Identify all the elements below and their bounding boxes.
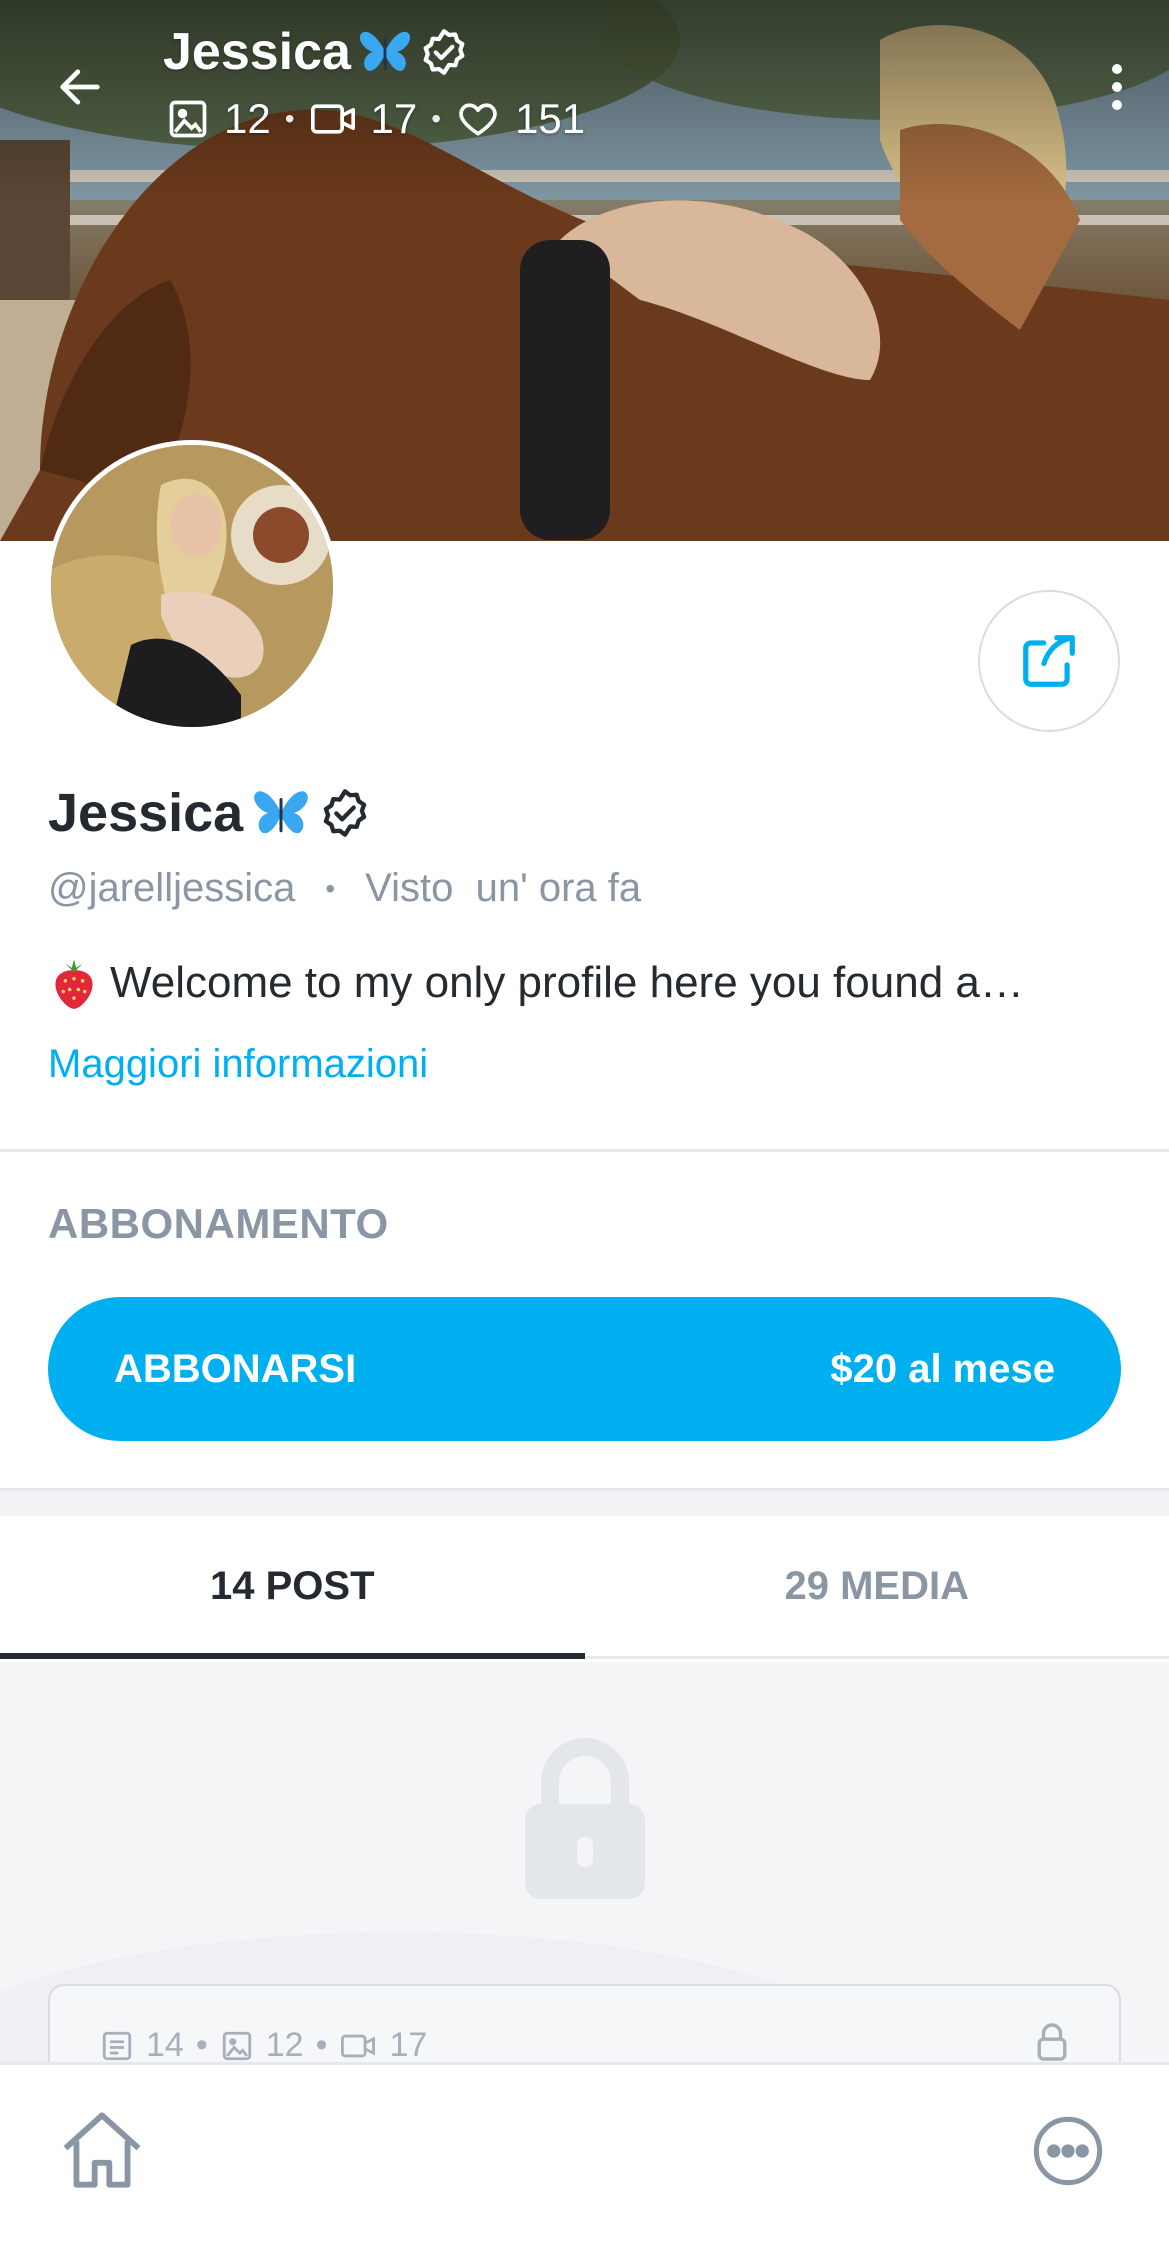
subscribe-label: ABBONARSI — [114, 1346, 357, 1391]
more-info-link[interactable]: Maggiori informazioni — [48, 1042, 428, 1087]
more-options-button[interactable] — [1105, 55, 1129, 119]
bio: Welcome to my only profile here you foun… — [48, 955, 1128, 1011]
handle-line: @jarelljessica • Visto un' ora fa — [48, 866, 641, 911]
videos-count: 17 — [370, 95, 418, 142]
chat-bubble-icon — [1033, 2116, 1103, 2186]
tab-media[interactable]: 29 MEDIA — [585, 1516, 1169, 1656]
locked-photos-count: 12 — [265, 2026, 304, 2062]
lock-icon — [1037, 2023, 1067, 2061]
butterfly-icon — [359, 31, 411, 71]
home-button[interactable] — [58, 2108, 146, 2197]
separator-dot: • — [284, 103, 295, 134]
share-button[interactable] — [978, 590, 1120, 732]
photos-stat: 12 — [166, 95, 271, 143]
verified-badge-icon — [323, 789, 367, 837]
divider — [0, 1149, 1169, 1152]
heart-icon — [459, 103, 497, 136]
back-button[interactable] — [48, 55, 112, 119]
section-separator — [0, 1488, 1169, 1516]
locked-card-stats: 14 • 12 • 17 — [100, 2026, 427, 2062]
verified-badge-icon — [423, 29, 465, 75]
share-icon — [1023, 635, 1075, 687]
video-icon — [341, 2034, 376, 2057]
separator-dot: • — [325, 872, 336, 904]
locked-posts-card[interactable]: 14 • 12 • 17 — [48, 1984, 1121, 2062]
subscription-section-title: ABBONAMENTO — [48, 1200, 389, 1247]
avatar[interactable] — [46, 440, 338, 732]
more-vertical-icon — [1112, 64, 1122, 74]
locked-videos-count: 17 — [389, 2026, 428, 2062]
strawberry-icon — [55, 959, 93, 1009]
post-icon — [102, 2031, 132, 2060]
last-seen: Visto un' ora fa — [365, 866, 642, 910]
chat-button[interactable] — [1030, 2113, 1106, 2194]
home-icon — [63, 2112, 141, 2188]
username-handle: @jarelljessica — [48, 866, 296, 910]
lock-icon — [525, 1738, 645, 1899]
bottom-navigation — [0, 2062, 1169, 2243]
arrow-left-icon — [60, 69, 100, 105]
videos-stat: 17 — [309, 95, 418, 143]
subscription-price: $20 al mese — [830, 1346, 1055, 1391]
separator-dot: • — [195, 2026, 208, 2062]
locked-content-area: 14 • 12 • 17 — [0, 1662, 1169, 2062]
subscribe-button[interactable]: ABBONARSI $20 al mese — [48, 1297, 1121, 1441]
profile-name-text: Jessica — [48, 783, 244, 843]
image-icon — [222, 2031, 251, 2060]
header-name-text: Jessica — [163, 23, 351, 81]
profile-name: Jessica — [48, 782, 371, 844]
header-stats: 12 • 17 • 151 — [166, 95, 585, 143]
avatar-photo — [51, 445, 333, 727]
separator-dot: • — [315, 2026, 328, 2062]
content-tabs: 14 POST 29 MEDIA — [0, 1516, 1169, 1659]
tab-posts[interactable]: 14 POST — [0, 1516, 585, 1659]
header-title: Jessica — [163, 22, 469, 82]
photos-count: 12 — [224, 95, 271, 142]
separator-dot: • — [431, 103, 442, 134]
locked-posts-count: 14 — [146, 2026, 184, 2062]
video-icon — [310, 104, 355, 134]
bio-text: Welcome to my only profile here you foun… — [110, 958, 1024, 1007]
likes-count: 151 — [515, 95, 586, 142]
butterfly-icon — [254, 791, 309, 834]
likes-stat: 151 — [455, 95, 585, 143]
image-icon — [169, 100, 207, 138]
